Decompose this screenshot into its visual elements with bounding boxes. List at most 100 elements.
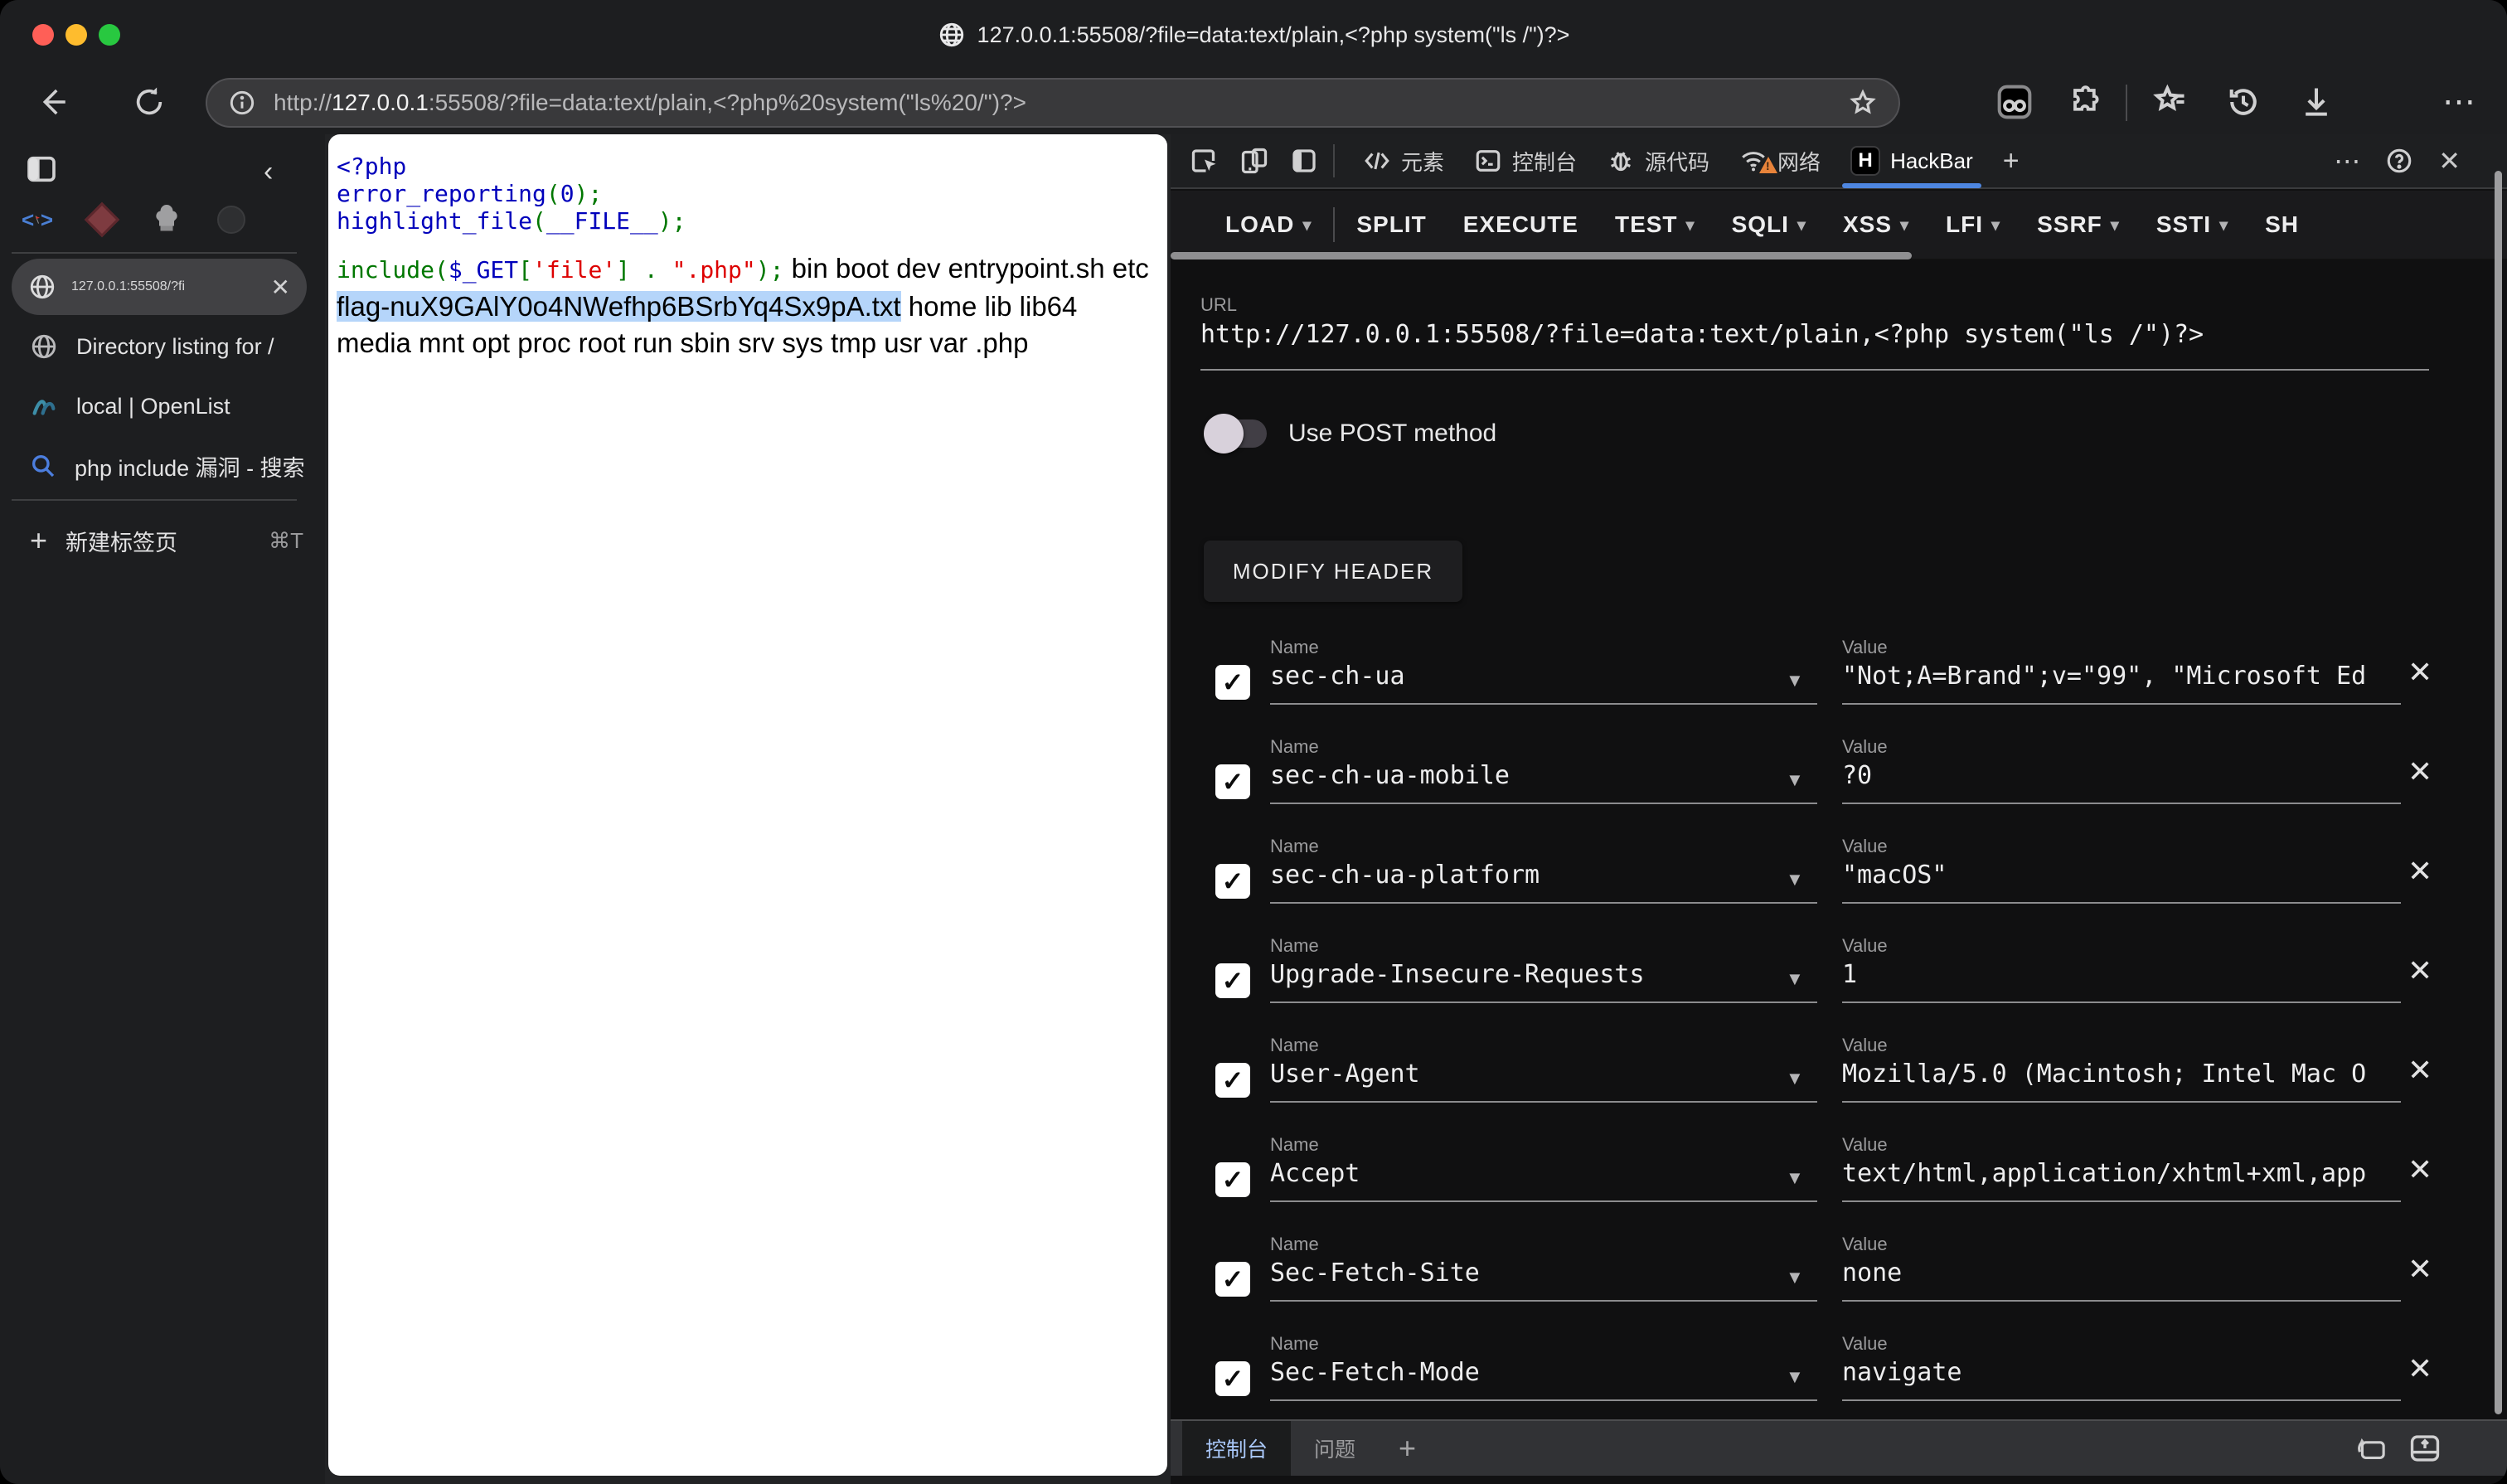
devtools-tab-console[interactable]: 控制台 bbox=[1459, 133, 1592, 188]
header-enabled-checkbox[interactable]: ✓ bbox=[1215, 665, 1250, 700]
header-enabled-checkbox[interactable]: ✓ bbox=[1215, 1162, 1250, 1197]
devtools-tab-hackbar[interactable]: H HackBar bbox=[1835, 133, 1988, 188]
header-name-input[interactable]: Sec-Fetch-Site bbox=[1270, 1258, 1759, 1288]
bookmark-star-icon[interactable] bbox=[1849, 89, 1877, 117]
header-name-input[interactable]: sec-ch-ua bbox=[1270, 662, 1759, 691]
close-tab-icon[interactable]: ✕ bbox=[271, 274, 290, 301]
header-value-input[interactable]: Mozilla/5.0 (Macintosh; Intel Mac O bbox=[1842, 1060, 2396, 1089]
hackbar-menu-button[interactable]: SH bbox=[2247, 200, 2317, 250]
header-enabled-checkbox[interactable]: ✓ bbox=[1215, 764, 1250, 799]
toggle-thumb[interactable] bbox=[1204, 414, 1244, 453]
header-enabled-checkbox[interactable]: ✓ bbox=[1215, 1361, 1250, 1396]
header-value-input[interactable]: none bbox=[1842, 1258, 2396, 1288]
back-button[interactable] bbox=[35, 85, 70, 119]
device-toolbar-button[interactable] bbox=[1239, 145, 1270, 177]
header-name-input[interactable]: Upgrade-Insecure-Requests bbox=[1270, 960, 1759, 989]
close-devtools-button[interactable]: ✕ bbox=[2438, 145, 2461, 177]
chevron-down-icon[interactable]: ▼ bbox=[1786, 1068, 1804, 1089]
collections-button[interactable] bbox=[2152, 84, 2189, 120]
header-value-input[interactable]: "macOS" bbox=[1842, 861, 2396, 890]
header-value-input[interactable]: "Not;A=Brand";v="99", "Microsoft Ed bbox=[1842, 662, 2396, 691]
sidebar-tab-active[interactable]: 127.0.0.1:55508/?fi ✕ bbox=[12, 259, 307, 315]
header-enabled-checkbox[interactable]: ✓ bbox=[1215, 963, 1250, 998]
hackbar-menu-button[interactable]: LFI▾ bbox=[1928, 200, 2019, 250]
hackbar-menu-button[interactable]: SSRF▾ bbox=[2019, 200, 2138, 250]
header-name-input[interactable]: Sec-Fetch-Mode bbox=[1270, 1358, 1759, 1387]
devtools-tab-sources[interactable]: 源代码 bbox=[1592, 133, 1724, 188]
header-name-input[interactable]: Accept bbox=[1270, 1159, 1759, 1188]
sidebar-tab-openlist[interactable]: local | OpenList bbox=[30, 380, 230, 433]
site-info-icon[interactable] bbox=[229, 90, 255, 116]
name-underline bbox=[1270, 1399, 1817, 1401]
selected-flag-filename[interactable]: flag-nuX9GAlY0o4NWefhp6BSrbYq4Sx9pA.txt bbox=[337, 291, 901, 322]
header-name-input[interactable]: sec-ch-ua-platform bbox=[1270, 861, 1759, 890]
header-value-input[interactable]: navigate bbox=[1842, 1358, 2396, 1387]
drawer-tab-issues[interactable]: 问题 bbox=[1291, 1421, 1379, 1476]
header-enabled-checkbox[interactable]: ✓ bbox=[1215, 864, 1250, 899]
remove-header-button[interactable]: ✕ bbox=[2408, 1252, 2432, 1287]
remove-header-button[interactable]: ✕ bbox=[2408, 754, 2432, 789]
use-post-toggle[interactable] bbox=[1207, 419, 1267, 448]
address-bar[interactable]: http://127.0.0.1:55508/?file=data:text/p… bbox=[206, 78, 1900, 128]
remove-header-button[interactable]: ✕ bbox=[2408, 953, 2432, 988]
hackbar-menu-button[interactable]: EXECUTE bbox=[1445, 200, 1597, 250]
header-enabled-checkbox[interactable]: ✓ bbox=[1215, 1063, 1250, 1098]
sidebar-tab-directory-listing[interactable]: Directory listing for / bbox=[30, 320, 274, 373]
extensions-puzzle-button[interactable] bbox=[2069, 85, 2104, 119]
header-enabled-checkbox[interactable]: ✓ bbox=[1215, 1262, 1250, 1297]
header-name-input[interactable]: sec-ch-ua-mobile bbox=[1270, 761, 1759, 790]
extension-icon-circles[interactable] bbox=[1996, 84, 2033, 120]
chevron-down-icon: ▾ bbox=[1686, 215, 1695, 235]
history-button[interactable] bbox=[2225, 84, 2262, 120]
github-favicon[interactable] bbox=[216, 204, 247, 235]
more-tabs-button[interactable]: + bbox=[1988, 133, 2034, 188]
address-url[interactable]: http://127.0.0.1:55508/?file=data:text/p… bbox=[274, 90, 1849, 116]
inspect-element-button[interactable] bbox=[1189, 145, 1220, 177]
remove-header-button[interactable]: ✕ bbox=[2408, 1152, 2432, 1187]
expand-panel-icon[interactable] bbox=[2409, 1434, 2441, 1462]
chevron-down-icon[interactable]: ▼ bbox=[1786, 670, 1804, 691]
downloads-button[interactable] bbox=[2298, 84, 2335, 120]
drawer-add-tab-button[interactable]: + bbox=[1379, 1421, 1436, 1476]
modify-header-button[interactable]: MODIFY HEADER bbox=[1204, 541, 1462, 602]
tab-panel-toggle-button[interactable] bbox=[25, 153, 58, 186]
rotate-device-icon[interactable] bbox=[2353, 1434, 2386, 1462]
devtools-tab-elements[interactable]: 元素 bbox=[1348, 133, 1459, 188]
horizontal-scrollbar[interactable] bbox=[1171, 252, 1912, 259]
red-diamond-favicon[interactable] bbox=[86, 204, 118, 235]
hackbar-menu-button[interactable]: SQLI▾ bbox=[1714, 200, 1825, 250]
dock-side-button[interactable] bbox=[1288, 145, 1320, 177]
chevron-down-icon[interactable]: ▼ bbox=[1786, 869, 1804, 890]
header-value-input[interactable]: text/html,application/xhtml+xml,app bbox=[1842, 1159, 2396, 1188]
devtools-tab-network[interactable]: 网络 bbox=[1724, 133, 1835, 188]
refresh-button[interactable] bbox=[133, 85, 166, 119]
hackbar-menu-button[interactable]: LOAD▾ bbox=[1207, 200, 1330, 250]
header-value-input[interactable]: 1 bbox=[1842, 960, 2396, 989]
collapse-sidebar-button[interactable]: ‹ bbox=[264, 156, 273, 188]
header-name-input[interactable]: User-Agent bbox=[1270, 1060, 1759, 1089]
settings-menu-button[interactable]: ⋯ bbox=[2442, 83, 2477, 121]
remove-header-button[interactable]: ✕ bbox=[2408, 854, 2432, 889]
url-field-input[interactable]: http://127.0.0.1:55508/?file=data:text/p… bbox=[1200, 320, 2429, 349]
hackbar-menu-button[interactable]: SSTI▾ bbox=[2138, 200, 2247, 250]
new-tab-button[interactable]: + 新建标签页 ⌘T bbox=[30, 514, 303, 567]
header-value-input[interactable]: ?0 bbox=[1842, 761, 2396, 790]
hackbar-menu-button[interactable]: XSS▾ bbox=[1825, 200, 1928, 250]
help-icon[interactable] bbox=[2385, 147, 2413, 175]
chevron-down-icon[interactable]: ▼ bbox=[1786, 1366, 1804, 1388]
chevron-down-icon[interactable]: ▼ bbox=[1786, 1267, 1804, 1288]
remove-header-button[interactable]: ✕ bbox=[2408, 655, 2432, 690]
devtools-menu-button[interactable]: ⋯ bbox=[2334, 145, 2360, 177]
hackbar-menu-button[interactable]: SPLIT bbox=[1338, 200, 1444, 250]
chevron-down-icon[interactable]: ▼ bbox=[1786, 769, 1804, 791]
drawer-tab-console[interactable]: 控制台 bbox=[1182, 1421, 1291, 1476]
chevron-down-icon[interactable]: ▼ bbox=[1786, 1167, 1804, 1189]
remove-header-button[interactable]: ✕ bbox=[2408, 1351, 2432, 1386]
hackbar-menu-button[interactable]: TEST▾ bbox=[1597, 200, 1714, 250]
vertical-scrollbar[interactable] bbox=[2495, 171, 2502, 1414]
ctf-flag-favicon[interactable]: < > bbox=[22, 204, 53, 235]
chevron-down-icon[interactable]: ▼ bbox=[1786, 968, 1804, 990]
cyberchef-favicon[interactable] bbox=[151, 204, 182, 235]
remove-header-button[interactable]: ✕ bbox=[2408, 1053, 2432, 1088]
sidebar-tab-search[interactable]: php include 漏洞 - 搜索 bbox=[30, 439, 305, 492]
